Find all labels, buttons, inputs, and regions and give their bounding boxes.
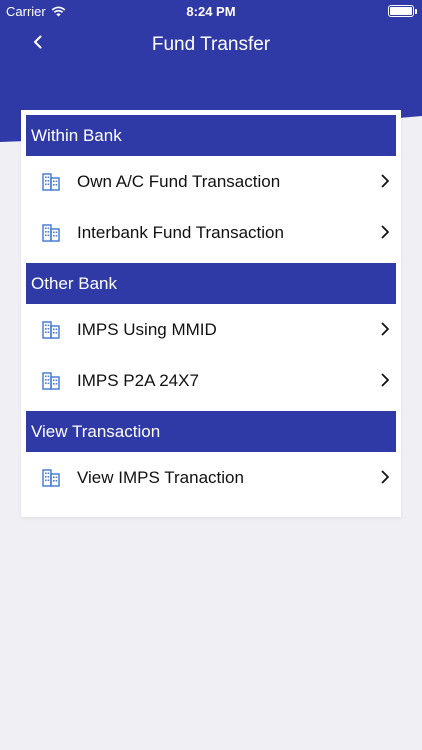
chevron-right-icon bbox=[381, 470, 389, 484]
section-title: View Transaction bbox=[31, 421, 161, 441]
row-label: Own A/C Fund Transaction bbox=[77, 171, 281, 191]
section-title: Other Bank bbox=[31, 273, 117, 293]
chevron-right-icon bbox=[381, 174, 389, 188]
chevron-right-icon bbox=[381, 322, 389, 336]
row-label: Interbank Fund Transaction bbox=[77, 222, 284, 242]
section-header-view-transaction: View Transaction bbox=[26, 411, 396, 452]
section-title: Within Bank bbox=[31, 125, 122, 145]
own-ac-fund-transaction-row[interactable]: Own A/C Fund Transaction bbox=[21, 156, 401, 207]
transfer-options-card: Within Bank Own A/C Fund Transaction Int… bbox=[21, 110, 401, 517]
row-label: IMPS Using MMID bbox=[77, 319, 217, 339]
section-header-other-bank: Other Bank bbox=[26, 263, 396, 304]
section-header-within-bank: Within Bank bbox=[26, 115, 396, 156]
bank-building-icon bbox=[42, 372, 60, 390]
navigation-bar: Fund Transfer bbox=[0, 22, 422, 66]
bank-building-icon bbox=[42, 469, 60, 487]
interbank-fund-transaction-row[interactable]: Interbank Fund Transaction bbox=[21, 207, 401, 258]
fund-transfer-screen: Carrier 8:24 PM Fund Transfer Within Ban… bbox=[0, 0, 422, 750]
imps-using-mmid-row[interactable]: IMPS Using MMID bbox=[21, 304, 401, 355]
page-title: Fund Transfer bbox=[151, 34, 271, 55]
status-bar: Carrier 8:24 PM bbox=[0, 0, 422, 22]
battery-icon bbox=[388, 5, 417, 17]
row-label: View IMPS Tranaction bbox=[77, 467, 244, 487]
bank-building-icon bbox=[42, 173, 60, 191]
imps-p2a-24x7-row[interactable]: IMPS P2A 24X7 bbox=[21, 355, 401, 406]
view-imps-tranaction-row[interactable]: View IMPS Tranaction bbox=[21, 452, 401, 503]
bank-building-icon bbox=[42, 321, 60, 339]
status-time: 8:24 PM bbox=[186, 4, 236, 19]
row-label: IMPS P2A 24X7 bbox=[77, 370, 199, 390]
bank-building-icon bbox=[42, 224, 60, 242]
chevron-right-icon bbox=[381, 225, 389, 239]
chevron-right-icon bbox=[381, 373, 389, 387]
